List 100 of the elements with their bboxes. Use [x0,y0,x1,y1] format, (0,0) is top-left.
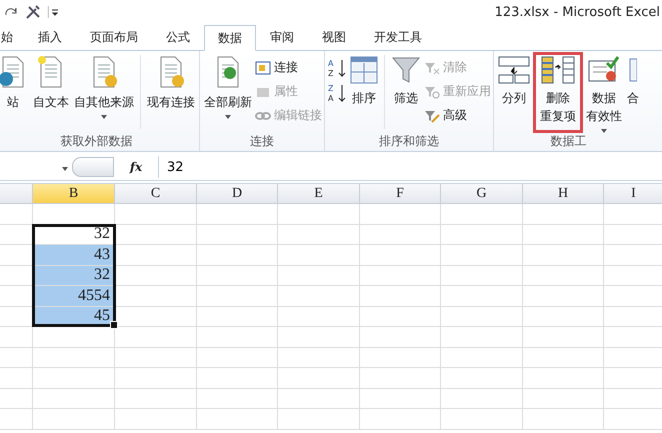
table-cell[interactable] [197,327,278,348]
ribbon-button[interactable]: 分列 [496,55,532,107]
table-cell[interactable] [278,224,360,245]
table-cell[interactable] [197,204,278,224]
table-cell[interactable] [441,409,523,430]
ribbon-tab[interactable]: 视图 [308,24,360,50]
column-header[interactable] [0,184,33,204]
table-cell[interactable] [0,306,33,327]
table-cell[interactable] [604,388,662,409]
table-cell[interactable] [278,409,360,430]
column-header[interactable]: F [360,184,441,204]
table-cell[interactable] [441,348,523,368]
ribbon-tab[interactable]: 公式 [152,24,204,50]
table-cell[interactable] [441,327,523,348]
table-cell[interactable] [360,327,441,348]
table-cell[interactable] [360,368,441,388]
column-header[interactable]: C [115,184,197,204]
column-header[interactable]: B [33,184,115,204]
table-cell[interactable] [115,368,197,388]
table-cell[interactable] [523,327,604,348]
table-cell[interactable] [278,266,360,286]
table-cell[interactable] [197,306,278,327]
table-cell[interactable] [441,204,523,224]
ribbon-tab[interactable]: 数据 [204,25,256,51]
table-cell[interactable] [115,348,197,368]
table-cell[interactable] [197,388,278,409]
table-cell[interactable] [278,286,360,306]
table-cell[interactable] [278,327,360,348]
column-header[interactable]: I [604,184,662,204]
table-cell[interactable] [115,409,197,430]
table-cell[interactable]: 4554 [33,286,115,306]
column-header[interactable]: D [197,184,278,204]
table-cell[interactable] [604,266,662,286]
formula-field[interactable]: 32 [159,158,662,176]
table-cell[interactable] [441,306,523,327]
table-cell[interactable] [360,266,441,286]
table-cell[interactable] [115,286,197,306]
table-cell[interactable]: 43 [33,245,115,266]
table-cell[interactable] [115,306,197,327]
table-cell[interactable] [441,224,523,245]
table-cell[interactable] [33,327,115,348]
table-cell[interactable] [0,388,33,409]
table-cell[interactable] [523,204,604,224]
table-cell[interactable] [604,306,662,327]
ribbon-button[interactable]: 自文本 [31,55,71,111]
table-cell[interactable] [0,327,33,348]
fill-handle[interactable] [110,321,118,329]
column-header[interactable]: G [441,184,523,204]
table-cell[interactable] [115,204,197,224]
table-cell[interactable] [33,388,115,409]
ribbon-tab[interactable]: 始 [0,24,24,50]
table-cell[interactable] [115,245,197,266]
table-cell[interactable] [523,224,604,245]
ribbon-tab[interactable]: 插入 [24,24,76,50]
table-cell[interactable] [441,245,523,266]
ribbon-button[interactable]: 筛选 [389,55,423,107]
table-cell[interactable] [360,286,441,306]
table-cell[interactable] [523,306,604,327]
table-cell[interactable] [523,368,604,388]
table-cell[interactable] [278,348,360,368]
table-cell[interactable] [360,224,441,245]
table-cell[interactable] [360,348,441,368]
table-cell[interactable] [523,266,604,286]
ribbon-tab[interactable]: 页面布局 [76,24,152,50]
ribbon-button[interactable]: 数据 有效性 [584,55,624,133]
table-cell[interactable] [278,204,360,224]
column-header[interactable]: E [278,184,360,204]
table-cell[interactable] [523,409,604,430]
ribbon-button[interactable]: 合 [625,55,641,107]
table-cell[interactable] [441,266,523,286]
table-cell[interactable] [360,409,441,430]
table-cell[interactable] [0,266,33,286]
table-cell[interactable] [360,204,441,224]
table-cell[interactable] [441,388,523,409]
table-cell[interactable] [197,348,278,368]
ribbon-button[interactable]: 全部刷新 [202,55,254,119]
table-cell[interactable] [604,224,662,245]
table-cell[interactable] [197,266,278,286]
table-cell[interactable] [604,348,662,368]
ribbon-button[interactable]: 站 [0,55,30,111]
table-cell[interactable] [115,266,197,286]
table-cell[interactable] [523,388,604,409]
table-cell[interactable] [360,245,441,266]
customize-toolbar-icon[interactable] [48,5,58,19]
ribbon-small-button[interactable]: 高级 [424,105,491,126]
table-cell[interactable] [33,348,115,368]
table-cell[interactable] [197,368,278,388]
ribbon-button[interactable]: 自其他来源 [72,55,136,119]
ribbon-tab[interactable]: 审阅 [256,24,308,50]
tools-icon[interactable] [24,3,42,21]
ribbon-small-button[interactable]: 连接 [255,57,322,78]
table-cell[interactable] [197,245,278,266]
table-cell[interactable] [33,409,115,430]
table-cell[interactable]: 32 [33,266,115,286]
insert-function-button[interactable]: fx [130,160,142,174]
table-cell[interactable] [115,327,197,348]
table-cell[interactable] [197,286,278,306]
table-cell[interactable] [441,368,523,388]
ribbon-button[interactable]: 排序 [348,55,380,107]
ribbon-button[interactable]: 现有连接 [145,55,197,111]
